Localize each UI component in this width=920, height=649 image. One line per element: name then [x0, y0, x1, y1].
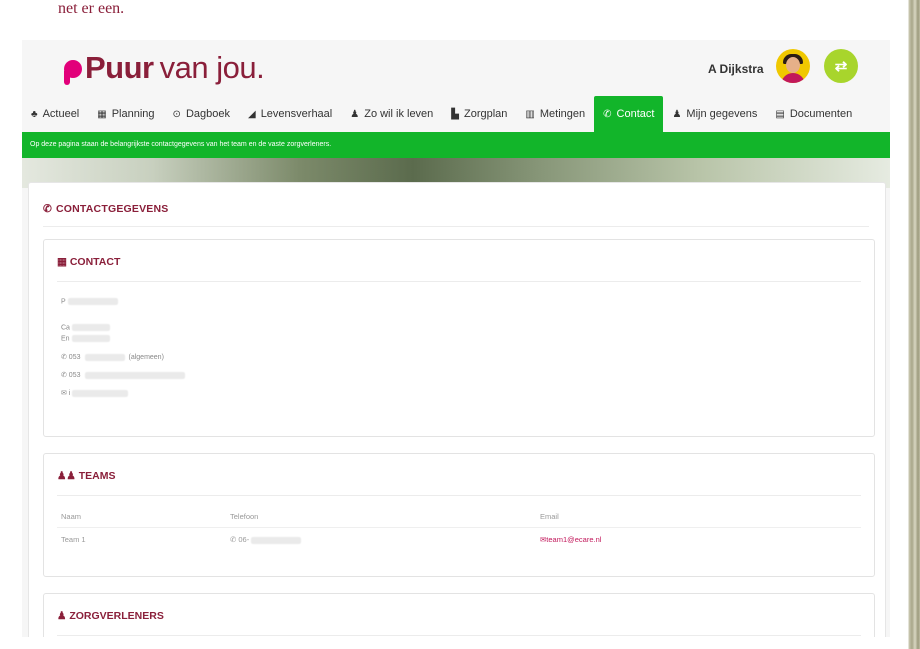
teams-title-text: TEAMS: [78, 470, 116, 482]
nav-item-zorgplan[interactable]: ▙ Zorgplan: [442, 96, 516, 132]
page-title: ✆ CONTACTGEGEVENS: [43, 203, 168, 215]
nav-item-levensverhaal[interactable]: ◢ Levensverhaal: [239, 96, 341, 132]
contact-name-prefix: P: [61, 298, 66, 306]
file-icon: ▙: [451, 108, 459, 120]
address-prefix-1: Ca: [61, 324, 70, 332]
nav-label: Actueel: [42, 108, 80, 120]
column-header-telefoon: Telefoon: [230, 512, 259, 521]
team-email-text: team1@ecare.nl: [546, 535, 602, 544]
nav-label: Documenten: [789, 108, 853, 120]
divider: [43, 226, 869, 227]
nav-label: Mijn gegevens: [686, 108, 758, 120]
team-row-email-link[interactable]: ✉team1@ecare.nl: [540, 535, 601, 544]
zorgverleners-title-text: ZORGVERLENERS: [69, 610, 164, 622]
team-row-phone[interactable]: ✆ 06-: [230, 535, 302, 544]
team-phone-prefix: ✆ 06-: [230, 535, 250, 544]
nav-item-zo-wil-ik-leven[interactable]: ♟ Zo wil ik leven: [341, 96, 442, 132]
nav-label: Zo wil ik leven: [364, 108, 434, 120]
redacted-text: [251, 536, 302, 544]
nav-item-contact[interactable]: ✆ Contact: [594, 96, 664, 132]
info-bar: Op deze pagina staan de belangrijkste co…: [22, 132, 890, 158]
contact-phone-second[interactable]: ✆ 053: [61, 371, 185, 379]
divider: [57, 635, 861, 636]
logo-brand-rest: van jou.: [159, 50, 265, 85]
user-name[interactable]: A Dijkstra: [708, 62, 764, 76]
bar-chart-icon: ▥: [525, 108, 535, 120]
redacted-text: [84, 371, 185, 379]
contact-email[interactable]: ✉ i: [61, 389, 129, 397]
phone-suffix: (algemeen): [128, 354, 164, 361]
background-edge: [902, 0, 920, 649]
nav-label: Contact: [616, 108, 655, 120]
nav-item-mijn-gegevens[interactable]: ♟ Mijn gegevens: [663, 96, 766, 132]
contact-name-line: P: [61, 298, 118, 305]
contact-panel-title: ▦ CONTACT: [57, 256, 120, 268]
logo-brand-bold: Puur: [85, 50, 154, 85]
divider: [57, 495, 861, 496]
contact-title-text: CONTACT: [69, 256, 121, 268]
page-title-text: CONTACTGEGEVENS: [56, 203, 169, 215]
document-icon: ▤: [775, 108, 785, 120]
phone-icon: ✆: [603, 108, 612, 120]
redacted-text: [72, 389, 129, 397]
redacted-text: [67, 298, 118, 305]
nav-item-planning[interactable]: ▦ Planning: [88, 96, 163, 132]
contact-address-line-1: Ca: [61, 324, 110, 331]
zorgverleners-panel: ♟ ZORGVERLENERS: [43, 593, 875, 637]
column-header-email: Email: [540, 512, 559, 521]
nav-item-documenten[interactable]: ▤ Documenten: [766, 96, 861, 132]
nav-label: Zorgplan: [464, 108, 508, 120]
redacted-text: [84, 353, 125, 361]
nav-label: Metingen: [539, 108, 586, 120]
contact-card: ✆ CONTACTGEGEVENS ▦ CONTACT P Ca En ✆ 053…: [28, 182, 886, 637]
app-header: Puur van jou. A Dijkstra ⇄: [22, 40, 890, 96]
avatar[interactable]: [776, 49, 810, 83]
nav-label: Planning: [111, 108, 155, 120]
contact-address-line-2: En: [61, 335, 110, 342]
building-icon: ▦: [57, 256, 67, 268]
teams-panel-title: ♟♟ TEAMS: [57, 470, 116, 482]
phone-icon: ✆: [43, 203, 52, 215]
contact-panel: ▦ CONTACT P Ca En ✆ 053 (algemeen) ✆ 053 …: [43, 239, 875, 437]
logo-mark-icon: [60, 53, 84, 85]
teams-panel: ♟♟ TEAMS Naam Telefoon Email Team 1 ✆ 06…: [43, 453, 875, 577]
team-row-name: Team 1: [61, 535, 86, 544]
person-icon: ♟: [672, 108, 682, 120]
brand-logo[interactable]: Puur van jou.: [60, 50, 265, 86]
zorgverleners-panel-title: ♟ ZORGVERLENERS: [57, 610, 164, 622]
column-header-naam: Naam: [61, 512, 82, 521]
phone-prefix: ✆ 053: [61, 372, 81, 379]
contact-phone-general[interactable]: ✆ 053 (algemeen): [61, 353, 164, 361]
person-icon: ♟: [350, 108, 360, 120]
redacted-text: [71, 324, 110, 331]
nav-item-actueel[interactable]: ♣ Actueel: [22, 96, 88, 132]
address-prefix-2: En: [61, 335, 70, 343]
nav-item-dagboek[interactable]: ⊙ Dagboek: [164, 96, 239, 132]
book-icon: ◢: [247, 108, 256, 120]
calendar-icon: ▦: [97, 108, 107, 120]
divider: [57, 281, 861, 282]
users-icon: ♣: [31, 108, 38, 120]
nav-label: Levensverhaal: [260, 108, 333, 120]
switch-arrows-icon: ⇄: [834, 58, 848, 75]
switch-client-button[interactable]: ⇄: [824, 49, 858, 83]
mail-prefix: ✉ i: [61, 390, 71, 397]
page-caption: net er een.: [58, 0, 125, 14]
nav-item-metingen[interactable]: ▥ Metingen: [516, 96, 594, 132]
clock-icon: ⊙: [172, 108, 181, 120]
phone-prefix: ✆ 053: [61, 354, 81, 361]
redacted-text: [71, 335, 110, 342]
app-window: Puur van jou. A Dijkstra ⇄ ♣ Actueel ▦ Pla…: [22, 40, 890, 637]
nav-label: Dagboek: [185, 108, 230, 120]
divider: [57, 527, 861, 528]
doctor-icon: ♟: [57, 610, 67, 622]
main-nav: ♣ Actueel ▦ Planning ⊙ Dagboek ◢ Levensverha…: [22, 96, 890, 132]
group-icon: ♟♟: [57, 470, 76, 482]
